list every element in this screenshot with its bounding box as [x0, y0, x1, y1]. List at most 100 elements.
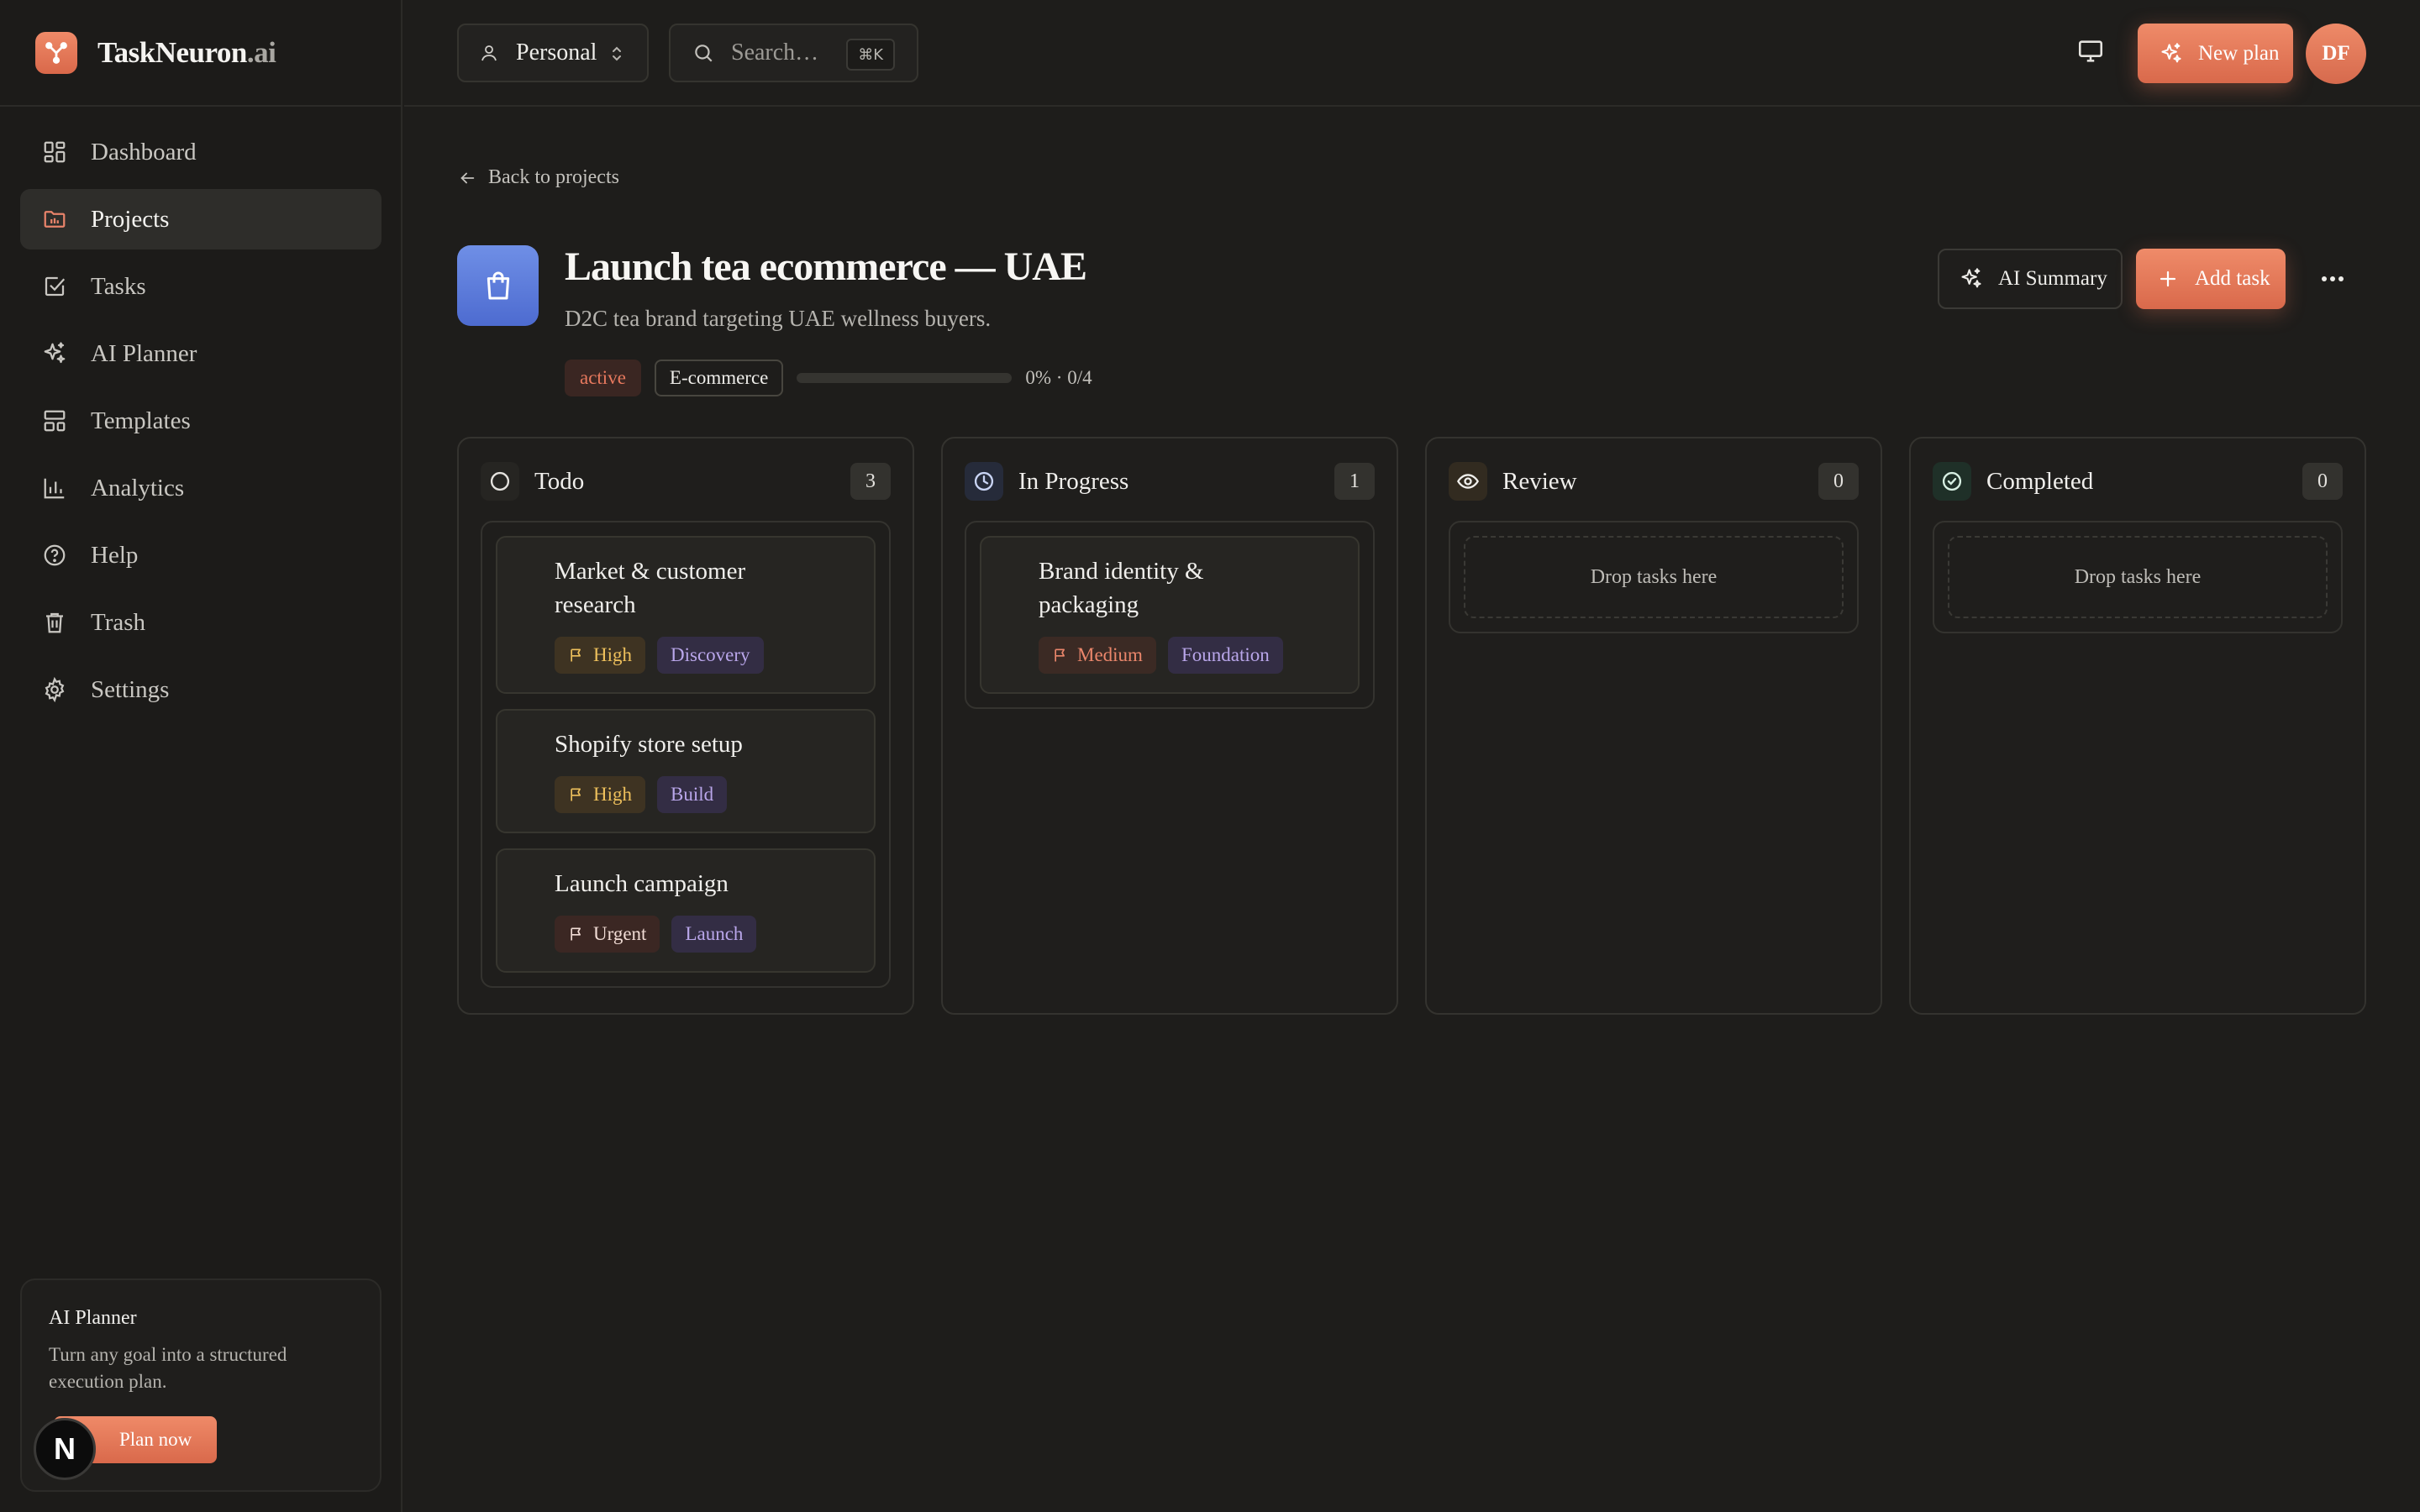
gear-icon — [42, 677, 67, 702]
brand[interactable]: TaskNeuron.ai — [0, 0, 401, 107]
template-icon — [42, 408, 67, 433]
n-badge[interactable]: N — [34, 1418, 96, 1480]
sidebar-item-tasks[interactable]: Tasks — [20, 256, 381, 317]
eye-icon — [1449, 462, 1487, 501]
priority-label: Medium — [1077, 644, 1143, 665]
kanban-board: Todo 3 Market & customer research High Disco… — [457, 437, 2366, 1015]
task-card[interactable]: Shopify store setup High Build — [496, 709, 876, 833]
dashboard-icon — [42, 139, 67, 165]
workspace-label: Personal — [516, 39, 597, 66]
flag-icon — [568, 647, 585, 664]
more-horizontal-icon — [2316, 267, 2349, 291]
drop-tasks-placeholder: Drop tasks here — [1948, 536, 2328, 618]
sparkles-icon — [42, 341, 67, 366]
priority-label: High — [593, 784, 632, 805]
project-description: D2C tea brand targeting UAE wellness buy… — [565, 306, 992, 331]
column-count-badge: 0 — [1818, 463, 1859, 500]
task-title: Shopify store setup — [555, 731, 743, 758]
task-card[interactable]: Brand identity & packaging Medium Foundati… — [980, 536, 1360, 694]
status-badge: active — [565, 360, 641, 396]
task-title: Launch campaign — [555, 870, 729, 897]
priority-badge: High — [555, 637, 645, 674]
priority-badge: Medium — [1039, 637, 1156, 674]
sparkles-icon — [1960, 267, 1983, 291]
priority-label: Urgent — [593, 923, 647, 944]
column-title: Todo — [534, 467, 585, 495]
sidebar-item-label: Projects — [91, 205, 170, 233]
column-completed: Completed 0 Drop tasks here — [1909, 437, 2366, 1015]
column-in-progress: In Progress 1 Brand identity & packaging Me… — [941, 437, 1398, 1015]
phase-badge: Foundation — [1167, 637, 1283, 674]
sidebar-item-help[interactable]: Help — [20, 525, 381, 585]
task-card[interactable]: Launch campaign Urgent Launch — [496, 848, 876, 973]
search-input[interactable]: Search… ⌘K — [669, 24, 918, 82]
new-plan-label: New plan — [2198, 41, 2280, 65]
task-title: Market & customer research — [555, 558, 746, 618]
trash-icon — [42, 610, 67, 635]
column-header: Review 0 — [1449, 460, 1859, 502]
sidebar-item-templates[interactable]: Templates — [20, 391, 381, 451]
column-header: In Progress 1 — [965, 460, 1375, 502]
folder-icon — [42, 207, 67, 232]
column-header: Completed 0 — [1933, 460, 2343, 502]
phase-badge: Launch — [671, 916, 757, 953]
task-tags: High Build — [555, 776, 857, 813]
column-title: In Progress — [1018, 467, 1129, 495]
sidebar-item-projects[interactable]: Projects — [20, 189, 381, 249]
project-meta: active E-commerce 0% · 0/4 — [565, 360, 1092, 396]
ai-summary-button[interactable]: AI Summary — [1938, 249, 2123, 309]
task-tags: Urgent Launch — [555, 916, 857, 953]
progress-text: 0% · 0/4 — [1025, 367, 1092, 388]
task-card[interactable]: Market & customer research High Discovery — [496, 536, 876, 694]
column-dropzone[interactable]: Drop tasks here — [1933, 521, 2343, 633]
column-count-badge: 3 — [850, 463, 891, 500]
task-tags: High Discovery — [555, 637, 857, 674]
phase-badge: Build — [657, 776, 728, 813]
help-icon — [42, 543, 67, 568]
sidebar-item-dashboard[interactable]: Dashboard — [20, 122, 381, 182]
top-header: Personal Search… ⌘K New plan DF — [404, 0, 2420, 107]
monitor-icon — [2076, 37, 2110, 66]
sidebar-item-ai-planner[interactable]: AI Planner — [20, 323, 381, 384]
back-label: Back to projects — [488, 166, 619, 188]
sidebar-item-label: Tasks — [91, 272, 146, 300]
avatar[interactable]: DF — [2306, 24, 2366, 84]
search-shortcut: ⌘K — [846, 39, 895, 71]
column-title: Review — [1502, 467, 1577, 495]
back-to-projects-link[interactable]: Back to projects — [458, 166, 619, 189]
sidebar: TaskNeuron.ai Dashboard Projects Tasks A… — [0, 0, 402, 1512]
sidebar-item-trash[interactable]: Trash — [20, 592, 381, 653]
chevron-up-down-icon — [607, 44, 627, 64]
sidebar-item-settings[interactable]: Settings — [20, 659, 381, 720]
workspace-select[interactable]: Personal — [457, 24, 649, 82]
circle-icon — [481, 462, 519, 501]
sidebar-item-label: Settings — [91, 675, 170, 703]
sidebar-item-label: Dashboard — [91, 138, 197, 165]
display-mode-button[interactable] — [2076, 37, 2110, 71]
progress-bar — [797, 373, 1013, 383]
user-icon — [479, 43, 499, 63]
sidebar-item-analytics[interactable]: Analytics — [20, 458, 381, 518]
sidebar-item-label: Help — [91, 541, 139, 569]
column-todo: Todo 3 Market & customer research High Disco… — [457, 437, 914, 1015]
project-shopping-bag-icon — [457, 245, 539, 326]
sparkles-icon — [2160, 42, 2183, 66]
bar-chart-icon — [42, 475, 67, 501]
task-tags: Medium Foundation — [1039, 637, 1341, 674]
column-dropzone[interactable]: Brand identity & packaging Medium Foundati… — [965, 521, 1375, 709]
new-plan-button[interactable]: New plan — [2138, 24, 2293, 83]
brand-logo-icon — [35, 31, 77, 74]
arrow-left-icon — [458, 169, 476, 187]
column-dropzone[interactable]: Drop tasks here — [1449, 521, 1859, 633]
more-options-button[interactable] — [2316, 267, 2349, 291]
priority-badge: Urgent — [555, 916, 660, 953]
priority-label: High — [593, 644, 632, 665]
clock-icon — [965, 462, 1003, 501]
phase-badge: Discovery — [657, 637, 764, 674]
ai-summary-label: AI Summary — [1998, 267, 2107, 290]
task-title: Brand identity & packaging — [1039, 558, 1204, 618]
search-icon — [692, 42, 714, 64]
promo-title: AI Planner — [49, 1307, 137, 1329]
add-task-button[interactable]: Add task — [2136, 249, 2286, 309]
column-dropzone[interactable]: Market & customer research High Discovery S… — [481, 521, 891, 988]
